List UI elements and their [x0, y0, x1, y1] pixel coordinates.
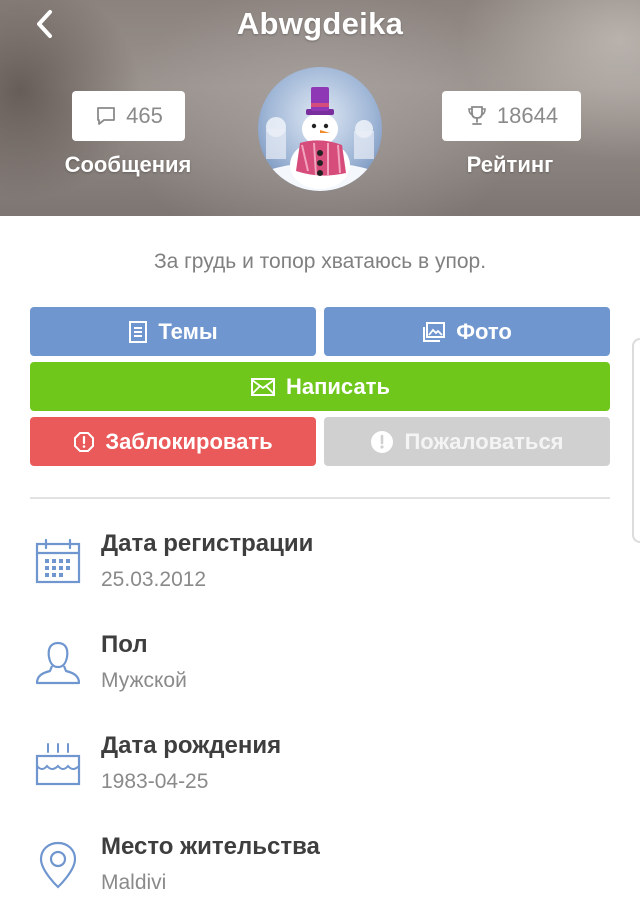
block-user-button[interactable]: Заблокировать	[30, 417, 316, 466]
messages-count-box[interactable]: 465	[72, 91, 185, 141]
document-icon	[129, 320, 148, 343]
info-value: 1983-04-25	[101, 770, 209, 793]
info-label: Дата регистрации	[101, 530, 314, 557]
profile-header: Abwgdeika 465 Сообщения 18644 Рейтинг	[0, 0, 640, 216]
themes-button-label: Темы	[158, 318, 218, 344]
scrollbar-handle[interactable]	[632, 338, 640, 543]
info-registration-date: Дата регистрации 25.03.2012	[0, 528, 640, 618]
rating-count: 18644	[496, 103, 559, 128]
write-button-label: Написать	[286, 373, 390, 399]
report-user-button[interactable]: Пожаловаться	[324, 417, 610, 466]
comment-icon	[97, 107, 116, 125]
rating-count-box[interactable]: 18644	[442, 91, 581, 141]
photo-button-label: Фото	[456, 318, 512, 344]
calendar-icon	[35, 538, 81, 584]
person-icon	[35, 641, 81, 685]
photo-button[interactable]: Фото	[324, 307, 610, 356]
snowman-avatar-image	[258, 87, 382, 191]
report-button-label: Пожаловаться	[404, 428, 564, 454]
block-octagon-icon	[74, 431, 95, 452]
envelope-icon	[251, 377, 275, 396]
exclamation-circle-icon	[371, 430, 394, 453]
birthday-cake-icon	[35, 743, 81, 786]
rating-label: Рейтинг	[466, 152, 554, 177]
themes-button[interactable]: Темы	[30, 307, 316, 356]
profile-username: Abwgdeika	[236, 6, 404, 41]
info-value: Maldivi	[101, 871, 167, 894]
info-value: Мужской	[101, 669, 187, 692]
info-label: Пол	[101, 631, 148, 658]
location-pin-icon	[39, 841, 77, 889]
section-divider	[30, 497, 610, 499]
user-status-text: За грудь и топор хватаюсь в упор.	[153, 250, 487, 273]
info-label: Место жительства	[101, 833, 320, 860]
info-label: Дата рождения	[101, 732, 282, 759]
info-gender: Пол Мужской	[0, 629, 640, 719]
write-message-button[interactable]: Написать	[30, 362, 610, 411]
info-value: 25.03.2012	[101, 568, 207, 591]
trophy-icon	[468, 106, 486, 125]
info-birth-date: Дата рождения 1983-04-25	[0, 730, 640, 820]
info-location: Место жительства Maldivi	[0, 831, 640, 921]
messages-count: 465	[126, 103, 163, 128]
photo-gallery-icon	[423, 321, 446, 342]
avatar[interactable]	[258, 67, 382, 191]
messages-label: Сообщения	[64, 152, 192, 177]
block-button-label: Заблокировать	[105, 428, 273, 454]
